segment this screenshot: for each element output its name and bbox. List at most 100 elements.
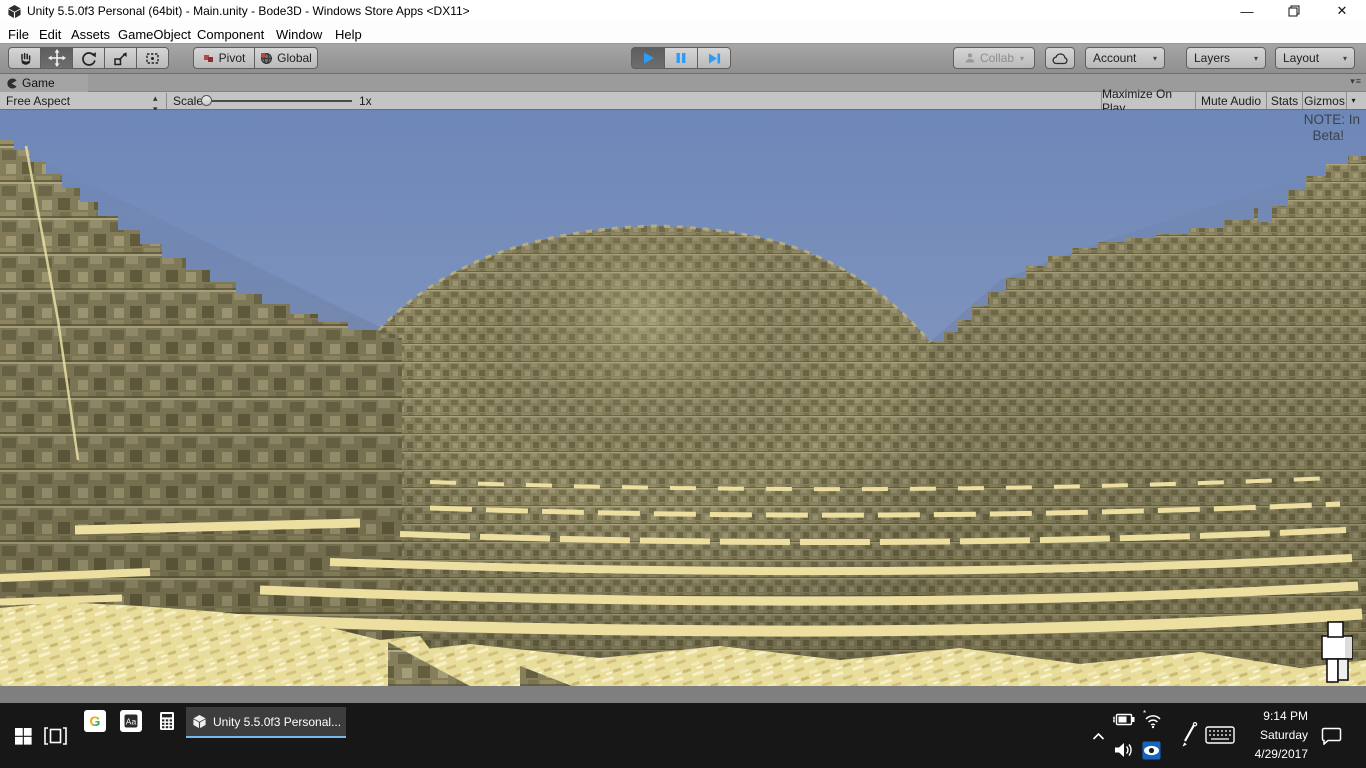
- gizmos-label: Gizmos: [1304, 94, 1345, 108]
- chrome-taskbar-icon[interactable]: G: [84, 710, 106, 732]
- unity-logo-icon: [7, 4, 22, 19]
- eye-tray-icon[interactable]: [1141, 740, 1161, 760]
- global-icon: [260, 52, 273, 65]
- account-button[interactable]: Account ▾: [1085, 47, 1165, 69]
- divider: [166, 93, 167, 109]
- account-label: Account: [1093, 51, 1136, 65]
- game-control-strip: Free Aspect ▴▾ Scale 1x Maximize On Play…: [0, 92, 1366, 110]
- unity-task-label: Unity 5.5.0f3 Personal...: [213, 715, 341, 729]
- game-view-icon: [5, 77, 18, 90]
- cloud-button[interactable]: [1045, 47, 1075, 69]
- svg-text:Aa: Aa: [126, 717, 137, 727]
- collab-button[interactable]: Collab ▾: [953, 47, 1035, 69]
- start-button[interactable]: [8, 725, 38, 747]
- panel-menu-icon[interactable]: ▾≡: [1350, 76, 1362, 87]
- gizmos-toggle[interactable]: Gizmos: [1302, 92, 1346, 109]
- collab-label: Collab: [980, 51, 1014, 65]
- account-caret: ▾: [1153, 54, 1157, 63]
- svg-text:*: *: [1143, 710, 1146, 718]
- center-hill: [360, 226, 935, 686]
- clock-day: Saturday: [1238, 726, 1308, 745]
- touch-keyboard-icon[interactable]: [1204, 725, 1236, 745]
- menu-assets[interactable]: Assets: [67, 25, 114, 44]
- rotate-icon: [80, 50, 97, 67]
- restore-button[interactable]: [1277, 0, 1311, 22]
- aspect-dropdown[interactable]: Free Aspect: [6, 94, 70, 108]
- layout-button[interactable]: Layout ▾: [1275, 47, 1355, 69]
- pen-icon[interactable]: [1178, 721, 1200, 749]
- scale-label: Scale: [173, 94, 203, 108]
- calculator-glyph: [157, 711, 177, 731]
- game-tab-label: Game: [22, 76, 55, 90]
- calculator-taskbar-icon[interactable]: [156, 710, 178, 732]
- beta-note-line1: NOTE: In: [1304, 112, 1360, 127]
- beta-note-line2: Beta!: [1312, 128, 1344, 143]
- unity-toolbar: Pivot Global: [0, 44, 1366, 74]
- layout-label: Layout: [1283, 51, 1319, 65]
- hand-tool-button[interactable]: [8, 47, 41, 69]
- restore-icon: [1288, 5, 1300, 17]
- clock-date: 4/29/2017: [1238, 745, 1308, 764]
- scale-tool-button[interactable]: [104, 47, 137, 69]
- window-bottom-strip: [0, 686, 1366, 703]
- wifi-icon[interactable]: *: [1140, 709, 1164, 729]
- rect-tool-icon: [144, 50, 161, 67]
- layers-caret: ▾: [1254, 54, 1258, 63]
- move-tool-button[interactable]: [40, 47, 73, 69]
- menu-component[interactable]: Component: [193, 25, 268, 44]
- stats-label: Stats: [1271, 94, 1298, 108]
- desktop: Unity 5.5.0f3 Personal (64bit) - Main.un…: [0, 0, 1366, 768]
- global-toggle-button[interactable]: Global: [254, 47, 318, 69]
- pause-button[interactable]: [664, 47, 698, 69]
- window-titlebar: Unity 5.5.0f3 Personal (64bit) - Main.un…: [0, 0, 1366, 22]
- menu-file[interactable]: File: [4, 25, 33, 44]
- collab-caret: ▾: [1020, 54, 1024, 63]
- taskbar-clock[interactable]: 9:14 PM Saturday 4/29/2017: [1238, 707, 1308, 764]
- windows-taskbar: G Aa: [0, 703, 1366, 768]
- volume-icon[interactable]: [1112, 741, 1136, 759]
- step-button[interactable]: [697, 47, 731, 69]
- close-button[interactable]: ✕: [1325, 0, 1359, 22]
- task-view-icon: [44, 727, 67, 745]
- tab-game[interactable]: Game: [0, 74, 88, 92]
- window-title: Unity 5.5.0f3 Personal (64bit) - Main.un…: [27, 4, 470, 18]
- battery-icon[interactable]: [1112, 711, 1136, 727]
- tray-expand-chevron-icon[interactable]: [1089, 729, 1107, 743]
- mute-audio-toggle[interactable]: Mute Audio: [1195, 92, 1266, 109]
- gizmos-dropdown-caret[interactable]: ▾: [1346, 92, 1360, 109]
- stats-toggle[interactable]: Stats: [1266, 92, 1302, 109]
- aspect-label: Free Aspect: [6, 94, 70, 108]
- play-icon: [640, 50, 656, 66]
- menu-bar: File Edit Assets GameObject Component Wi…: [0, 22, 1366, 44]
- unity-task-button[interactable]: Unity 5.5.0f3 Personal...: [186, 707, 346, 738]
- step-icon: [707, 51, 722, 66]
- cloud-icon: [1052, 52, 1069, 65]
- scale-slider-knob[interactable]: [201, 95, 212, 106]
- layers-button[interactable]: Layers ▾: [1186, 47, 1266, 69]
- menu-window[interactable]: Window: [272, 25, 326, 44]
- game-viewport[interactable]: NOTE: In Beta!: [0, 110, 1366, 686]
- rect-tool-button[interactable]: [136, 47, 169, 69]
- move-icon: [48, 49, 66, 67]
- pivot-icon: [203, 52, 215, 64]
- menu-gameobject[interactable]: GameObject: [114, 25, 195, 44]
- pivot-toggle-button[interactable]: Pivot: [193, 47, 255, 69]
- mute-audio-label: Mute Audio: [1201, 94, 1261, 108]
- unity-task-logo-icon: [192, 714, 207, 729]
- menu-help[interactable]: Help: [331, 25, 366, 44]
- menu-edit[interactable]: Edit: [35, 25, 65, 44]
- layers-label: Layers: [1194, 51, 1230, 65]
- action-center-icon[interactable]: [1318, 726, 1344, 746]
- task-view-button[interactable]: [42, 726, 68, 746]
- clock-time: 9:14 PM: [1238, 707, 1308, 726]
- rotate-tool-button[interactable]: [72, 47, 105, 69]
- minimize-button[interactable]: ―: [1230, 0, 1264, 22]
- scale-slider-track[interactable]: [212, 100, 352, 102]
- layout-caret: ▾: [1343, 54, 1347, 63]
- windows-logo-icon: [15, 728, 32, 745]
- pivot-label: Pivot: [219, 51, 246, 65]
- maximize-on-play-toggle[interactable]: Maximize On Play: [1101, 92, 1195, 109]
- scale-icon: [112, 50, 129, 67]
- dictionary-taskbar-icon[interactable]: Aa: [120, 710, 142, 732]
- play-button[interactable]: [631, 47, 665, 69]
